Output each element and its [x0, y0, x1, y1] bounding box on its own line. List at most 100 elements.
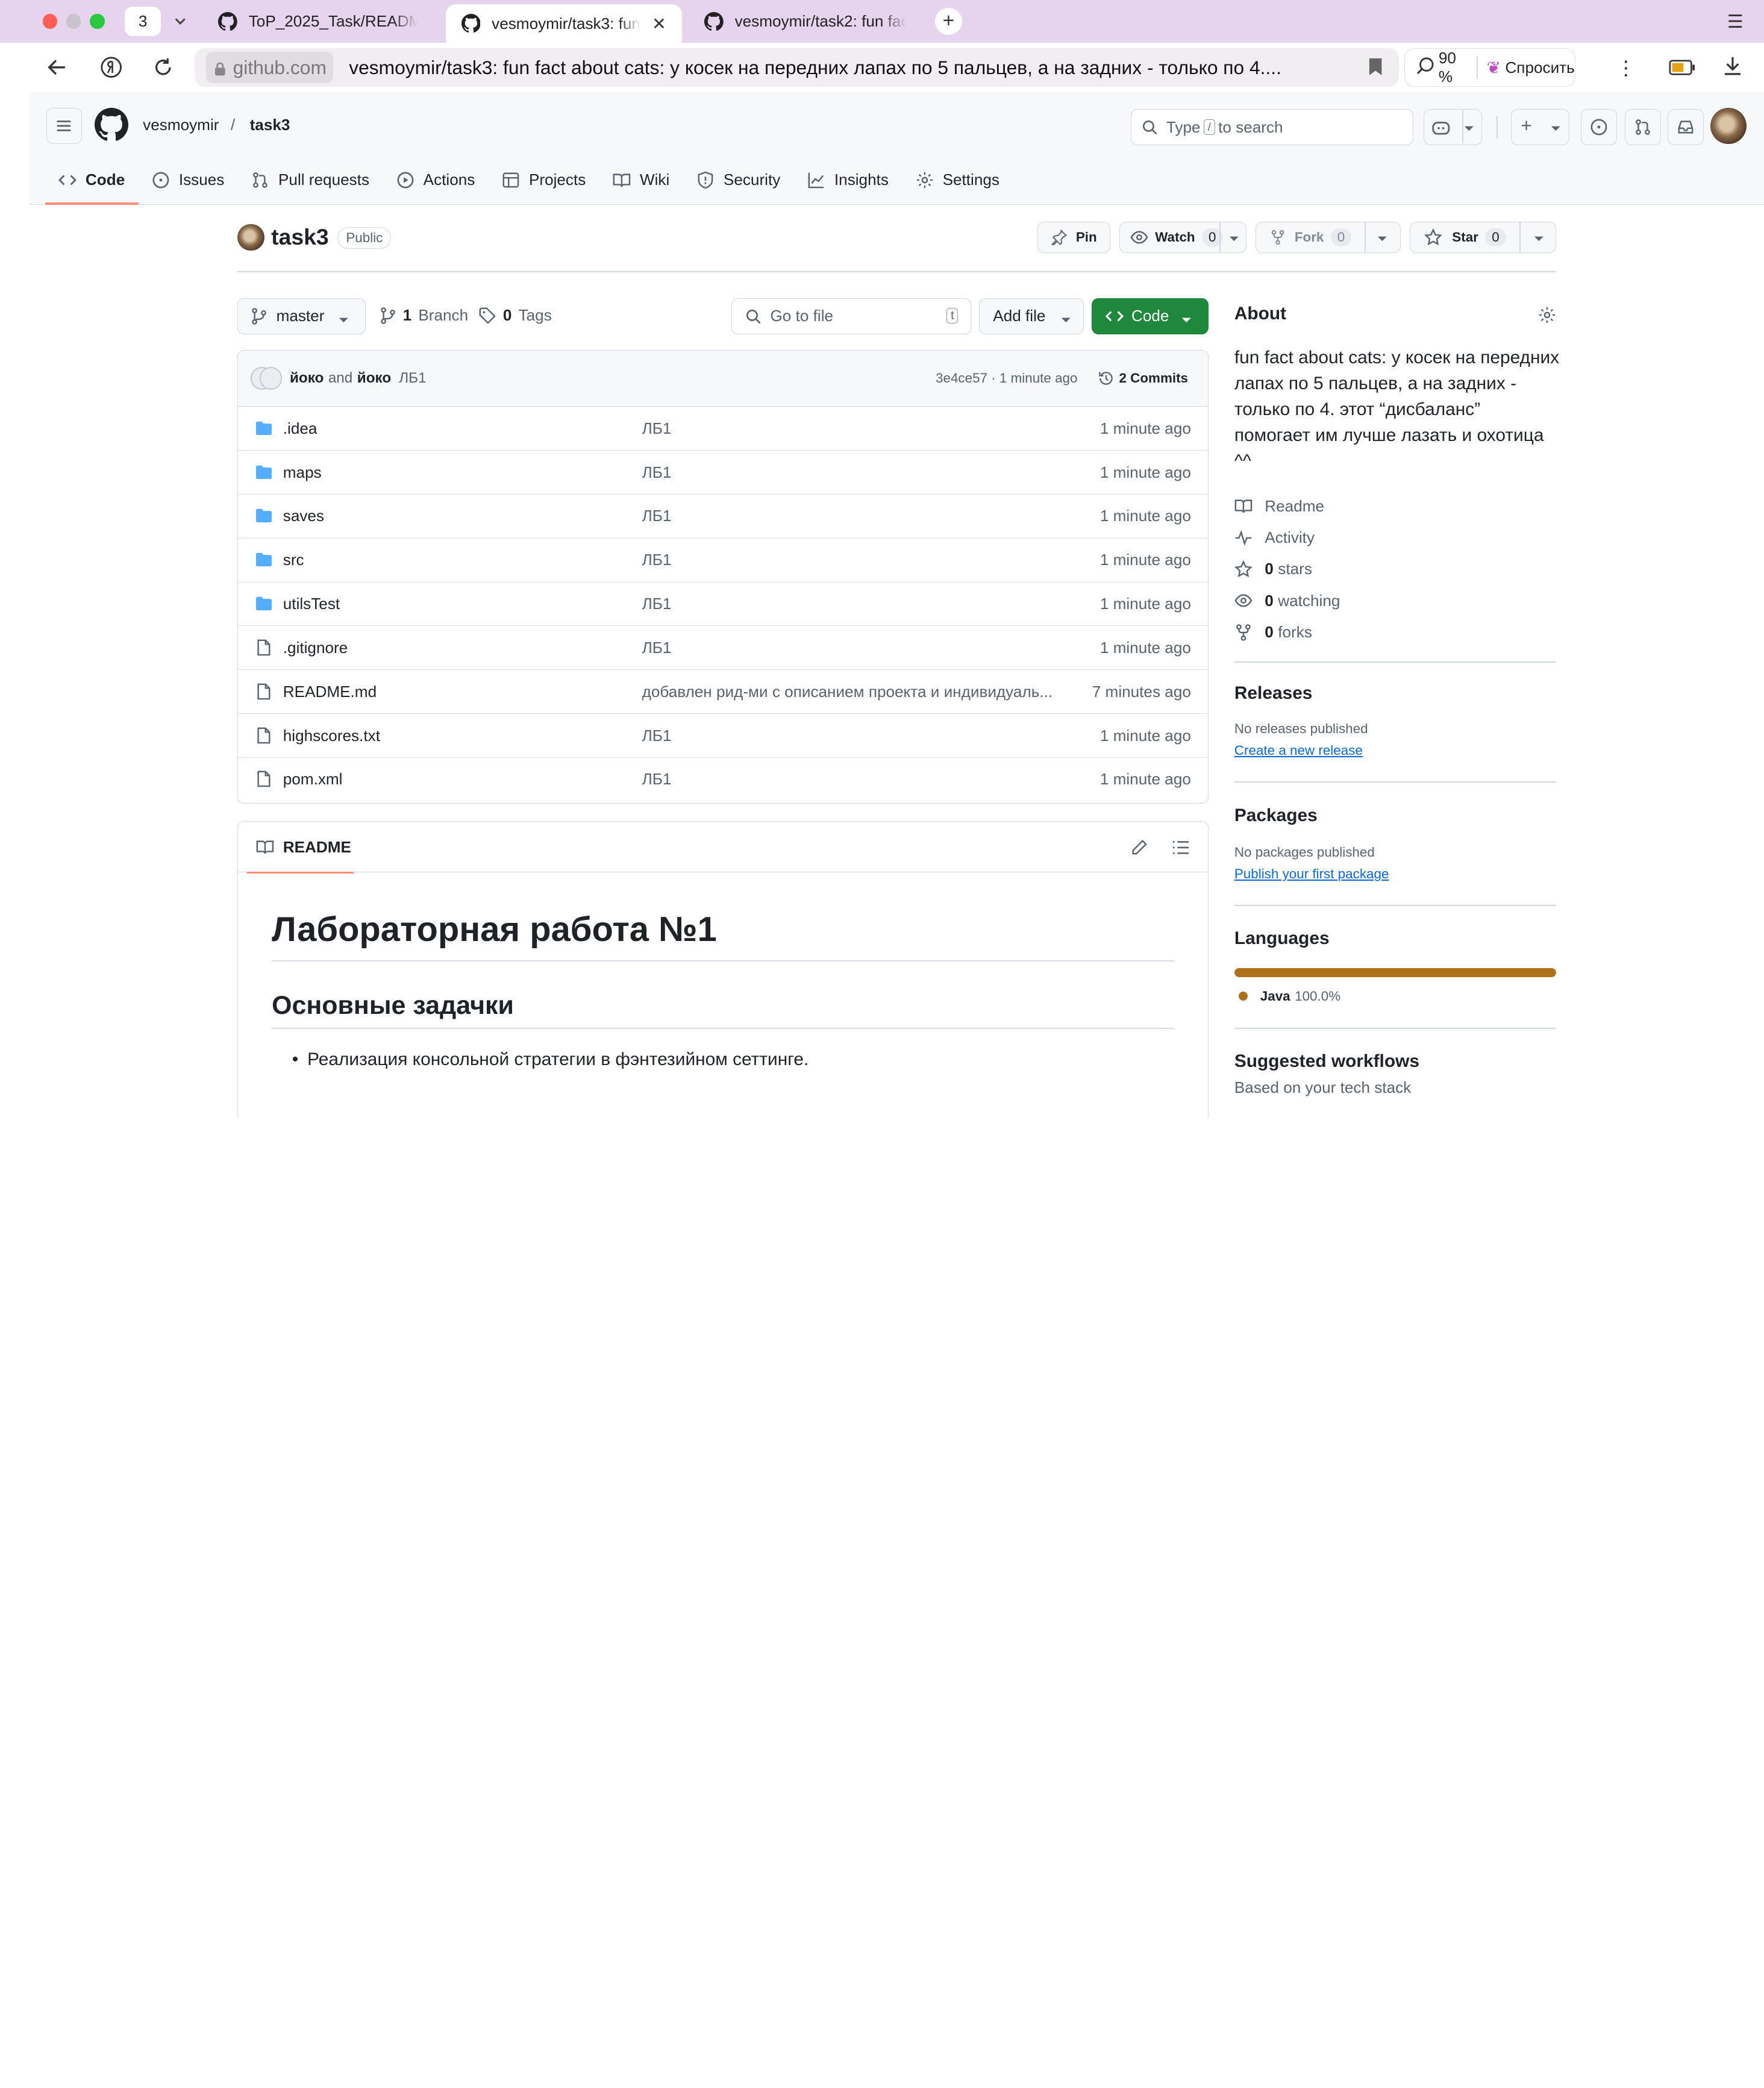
- tab-pull-requests[interactable]: Pull requests: [238, 160, 383, 200]
- releases-heading[interactable]: Releases: [1234, 683, 1556, 704]
- go-to-file-input[interactable]: Go to file t: [731, 298, 971, 334]
- file-commit-message[interactable]: ЛБ1: [642, 551, 1064, 569]
- commit-hash-time[interactable]: 3e4ce57 · 1 minute ago: [936, 370, 1077, 386]
- pencil-icon[interactable]: [1130, 839, 1148, 861]
- file-commit-message[interactable]: ЛБ1: [642, 507, 1064, 525]
- file-commit-message[interactable]: ЛБ1: [642, 770, 1064, 789]
- maximize-window-button[interactable]: [90, 14, 105, 29]
- file-commit-message[interactable]: ЛБ1: [642, 419, 1064, 438]
- fork-button[interactable]: Fork 0: [1256, 221, 1401, 254]
- file-commit-message[interactable]: ЛБ1: [642, 463, 1064, 482]
- tab-count-button[interactable]: 3: [125, 7, 161, 36]
- minimize-window-button[interactable]: [66, 14, 81, 29]
- hamburger-menu-button[interactable]: [46, 108, 83, 145]
- avatar[interactable]: [1710, 108, 1747, 145]
- stars-link[interactable]: 0 stars: [1234, 554, 1556, 585]
- file-commit-message[interactable]: ЛБ1: [642, 595, 1064, 613]
- file-name[interactable]: .idea: [283, 419, 317, 438]
- pin-button[interactable]: Pin: [1037, 221, 1111, 254]
- file-name[interactable]: src: [283, 551, 304, 569]
- file-row[interactable]: highscores.txt ЛБ1 1 minute ago: [238, 714, 1208, 758]
- file-row[interactable]: .gitignore ЛБ1 1 minute ago: [238, 626, 1208, 670]
- new-tab-button[interactable]: +: [935, 8, 962, 35]
- commits-link[interactable]: 2 Commits: [1098, 370, 1188, 387]
- file-name[interactable]: README.md: [283, 683, 377, 701]
- file-row[interactable]: .idea ЛБ1 1 minute ago: [238, 407, 1208, 451]
- readme-link[interactable]: Readme: [1234, 490, 1556, 522]
- packages-heading[interactable]: Packages: [1234, 805, 1556, 826]
- create-release-link[interactable]: Create a new release: [1234, 743, 1363, 758]
- tab-wiki[interactable]: Wiki: [599, 160, 683, 200]
- file-name[interactable]: saves: [283, 507, 324, 525]
- language-item[interactable]: Java 100.0%: [1234, 989, 1556, 1004]
- close-tab-icon[interactable]: ✕: [652, 14, 666, 34]
- chevron-down-icon[interactable]: [165, 7, 195, 36]
- add-file-button[interactable]: Add file: [978, 298, 1084, 334]
- tab-actions[interactable]: Actions: [383, 160, 488, 200]
- yandex-icon[interactable]: [97, 53, 127, 83]
- zoom-level[interactable]: 90 %: [1439, 49, 1468, 86]
- file-name[interactable]: utilsTest: [283, 595, 340, 613]
- tab-issues[interactable]: Issues: [139, 160, 238, 200]
- list-outline-icon[interactable]: [1172, 839, 1190, 861]
- breadcrumb-owner[interactable]: vesmoymir: [143, 116, 219, 134]
- commit-message[interactable]: ЛБ1: [399, 370, 426, 387]
- star-button[interactable]: Star 0: [1410, 221, 1557, 254]
- file-row[interactable]: utilsTest ЛБ1 1 minute ago: [238, 583, 1208, 627]
- menu-icon[interactable]: ☰: [1727, 11, 1744, 33]
- pull-requests-button[interactable]: [1624, 109, 1661, 145]
- back-arrow-icon[interactable]: [43, 53, 72, 83]
- inbox-button[interactable]: [1667, 109, 1704, 145]
- file-name[interactable]: highscores.txt: [283, 727, 380, 745]
- readme-tab[interactable]: README: [247, 822, 354, 874]
- chevron-down-icon[interactable]: [1228, 233, 1240, 248]
- search-input[interactable]: Type / to search: [1131, 109, 1413, 145]
- browser-tab[interactable]: vesmoymir/task2: fun fact: [689, 4, 922, 38]
- commit-coauthor[interactable]: йоко: [357, 370, 391, 387]
- tab-code[interactable]: Code: [45, 160, 139, 205]
- file-name[interactable]: pom.xml: [283, 770, 343, 789]
- file-commit-message[interactable]: ЛБ1: [642, 639, 1064, 657]
- gear-icon[interactable]: [1538, 306, 1556, 328]
- branch-selector[interactable]: master: [237, 298, 366, 334]
- download-icon[interactable]: [1724, 56, 1742, 81]
- watching-link[interactable]: 0 watching: [1234, 585, 1556, 616]
- file-commit-message[interactable]: ЛБ1: [642, 727, 1064, 745]
- issues-button[interactable]: [1581, 109, 1617, 145]
- more-vertical-icon[interactable]: ⋮: [1616, 56, 1636, 80]
- tab-projects[interactable]: Projects: [489, 160, 599, 200]
- github-logo-icon[interactable]: [94, 108, 128, 146]
- chevron-down-icon[interactable]: [1533, 233, 1545, 248]
- bookmark-icon[interactable]: [1368, 57, 1383, 81]
- publish-package-link[interactable]: Publish your first package: [1234, 866, 1389, 881]
- file-commit-message[interactable]: добавлен рид-ми с описанием проекта и ин…: [642, 683, 1064, 701]
- url-field[interactable]: github.com vesmoymir/task3: fun fact abo…: [195, 48, 1399, 87]
- file-row[interactable]: pom.xml ЛБ1 1 minute ago: [238, 758, 1208, 802]
- tab-settings[interactable]: Settings: [902, 160, 1013, 200]
- file-row[interactable]: src ЛБ1 1 minute ago: [238, 539, 1208, 583]
- copilot-button[interactable]: [1423, 109, 1482, 145]
- browser-tab[interactable]: ToP_2025_Task/README.md: [202, 4, 433, 38]
- tab-insights[interactable]: Insights: [794, 160, 902, 200]
- file-name[interactable]: maps: [283, 463, 322, 482]
- file-row[interactable]: README.md добавлен рид-ми с описанием про…: [238, 670, 1208, 714]
- file-row[interactable]: maps ЛБ1 1 minute ago: [238, 451, 1208, 495]
- chevron-down-icon[interactable]: [1377, 233, 1388, 248]
- commit-author[interactable]: йоко: [290, 370, 324, 387]
- reload-icon[interactable]: [149, 53, 178, 83]
- forks-link[interactable]: 0 forks: [1234, 616, 1556, 648]
- file-name[interactable]: .gitignore: [283, 639, 348, 657]
- browser-tab-active[interactable]: vesmoymir/task3: fun fact about cats ✕: [445, 4, 682, 43]
- ask-button[interactable]: Спросить: [1505, 58, 1574, 77]
- create-new-button[interactable]: +: [1511, 109, 1570, 145]
- close-window-button[interactable]: [42, 14, 58, 29]
- activity-link[interactable]: Activity: [1234, 522, 1556, 554]
- code-button[interactable]: Code: [1091, 298, 1209, 334]
- breadcrumb-repo[interactable]: task3: [250, 116, 290, 134]
- watch-button[interactable]: Watch 0: [1119, 221, 1247, 254]
- branches-link[interactable]: 1 Branch: [380, 306, 468, 325]
- repo-title[interactable]: task3: [271, 224, 329, 250]
- zoom-icon[interactable]: [1416, 57, 1434, 79]
- tab-security[interactable]: Security: [683, 160, 794, 200]
- tags-link[interactable]: 0 Tags: [478, 306, 552, 325]
